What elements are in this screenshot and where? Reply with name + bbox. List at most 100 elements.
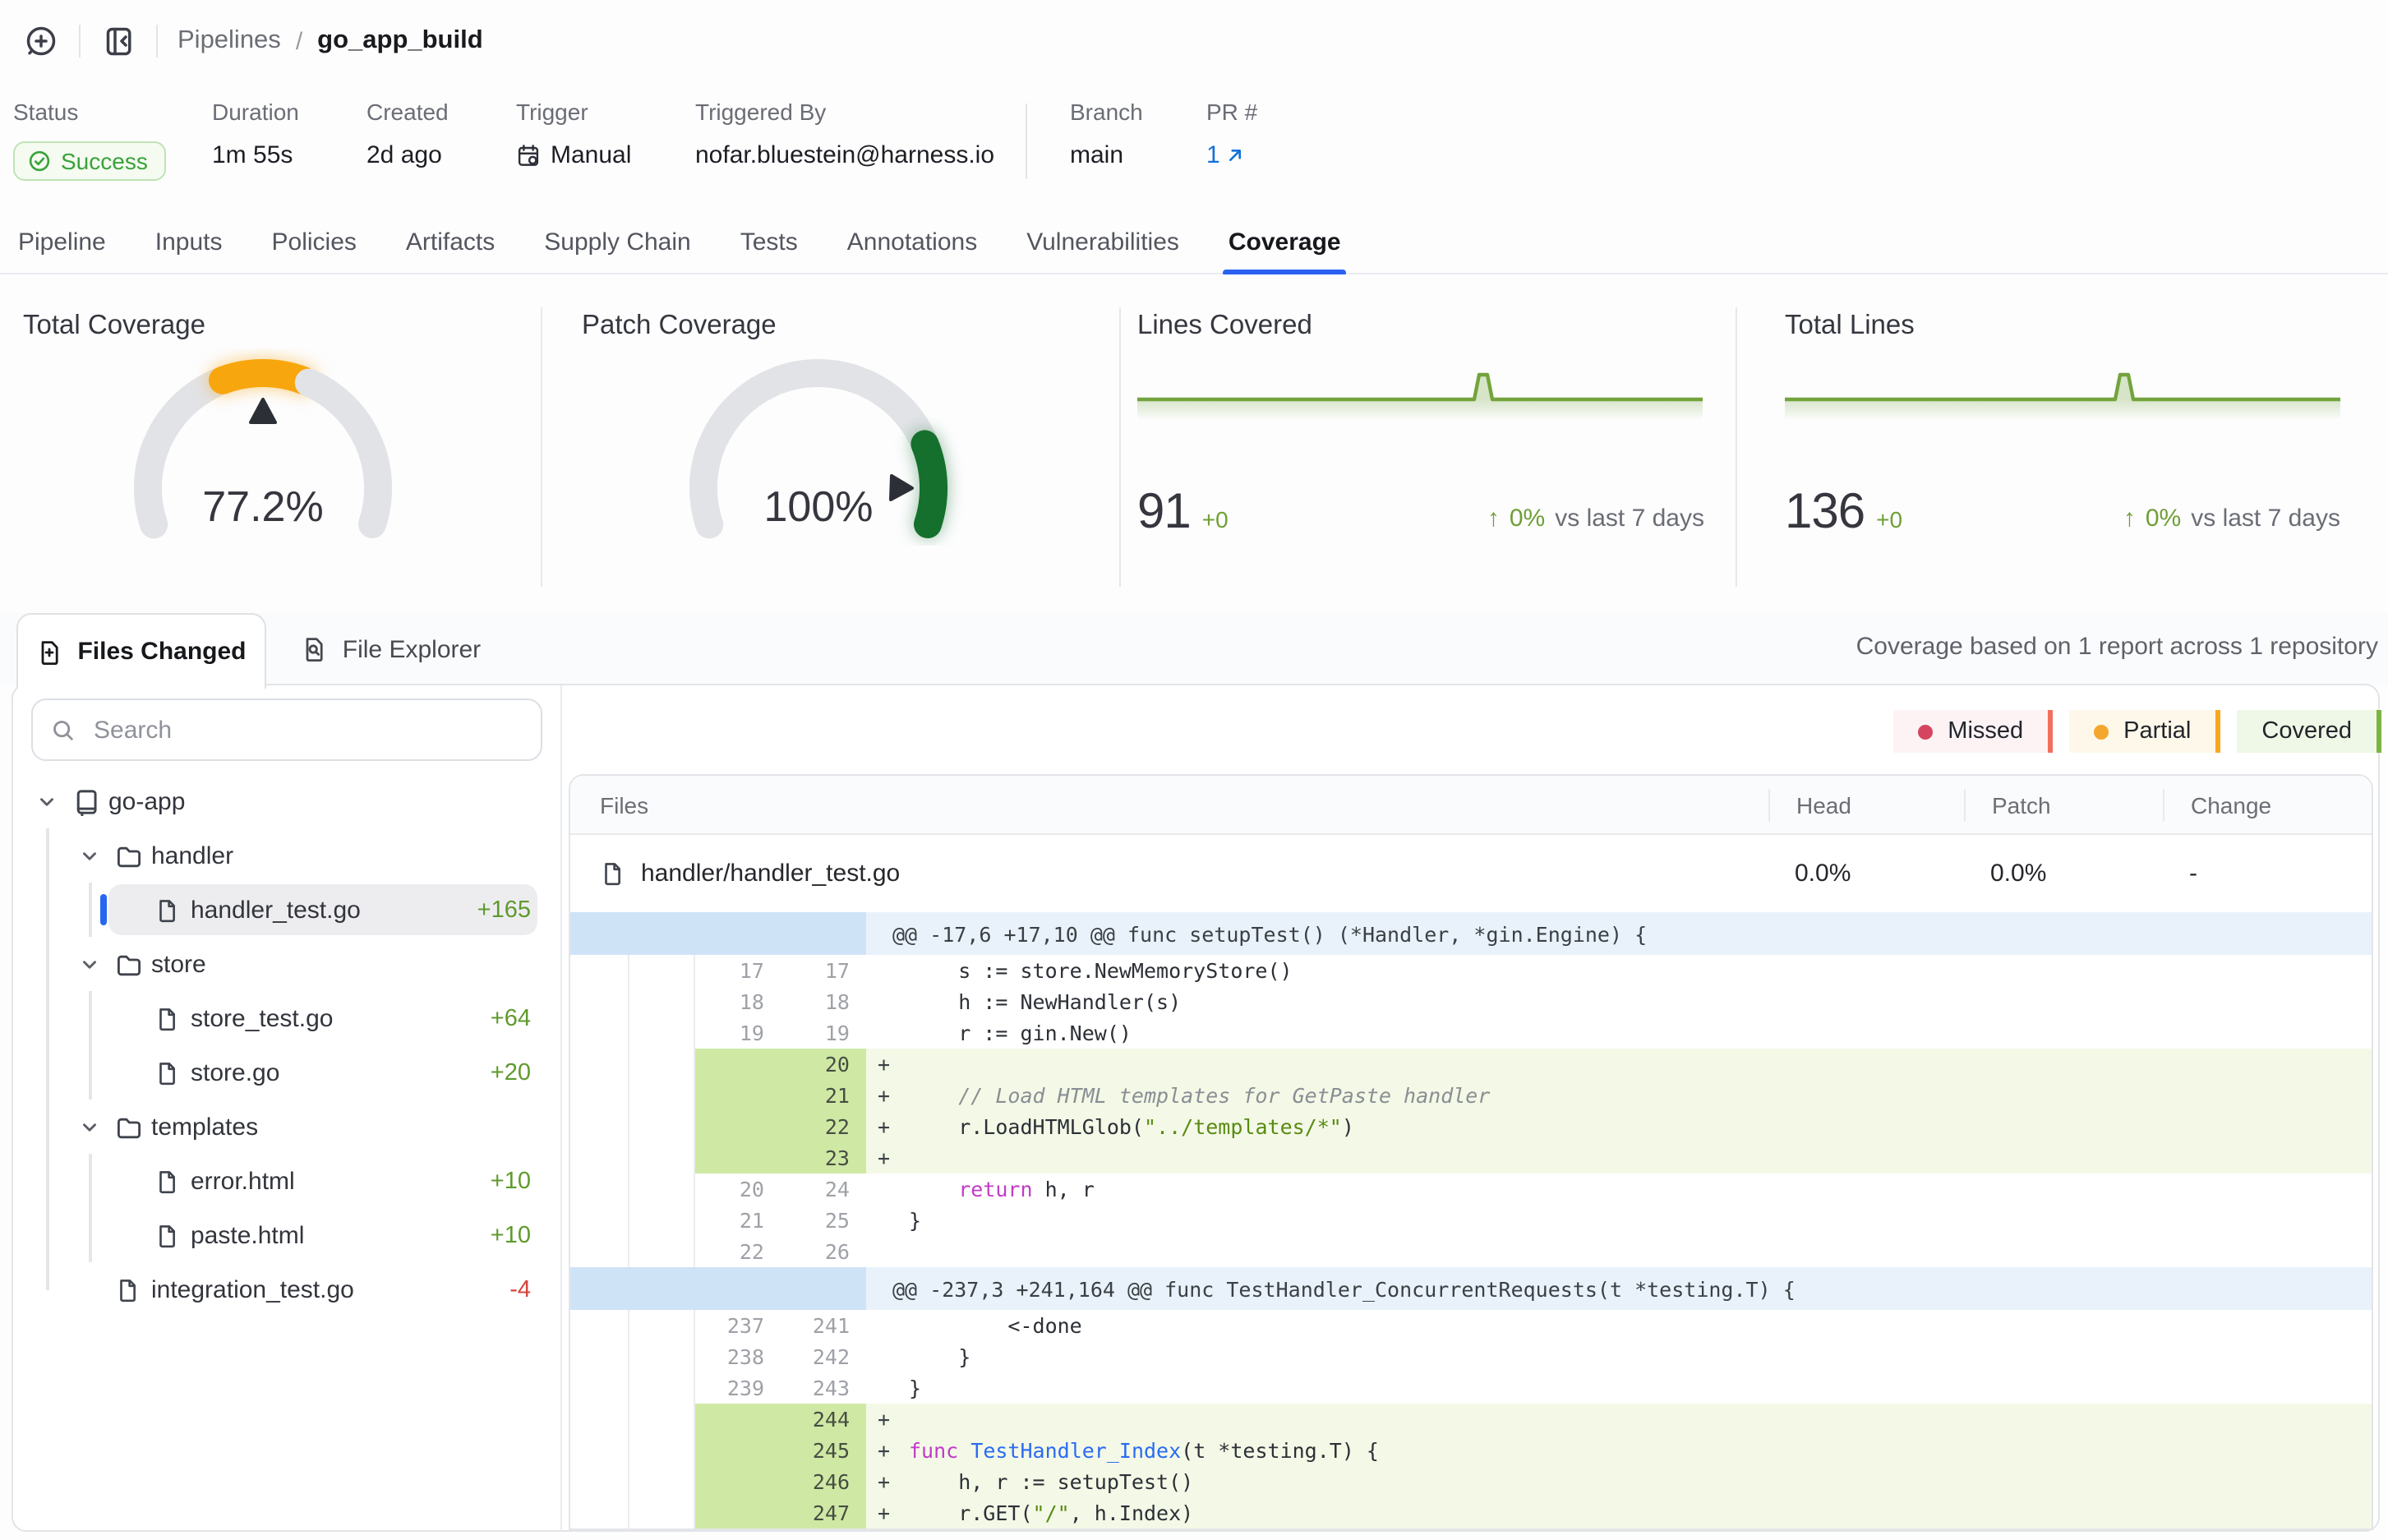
- code-text: h := NewHandler(s): [909, 986, 2372, 1017]
- diff-marker: +: [866, 1404, 909, 1435]
- total-lines-delta: +0: [1876, 506, 1902, 533]
- table-row[interactable]: handler/handler_test.go 0.0% 0.0% -: [570, 833, 2372, 912]
- new-line-number: 24: [781, 1173, 866, 1205]
- gutter-cell: [570, 1372, 629, 1404]
- code-text: }: [909, 1205, 2372, 1236]
- old-line-number: [695, 1111, 781, 1142]
- tab-vulnerabilities[interactable]: Vulnerabilities: [1021, 210, 1184, 273]
- old-line-number: [695, 1142, 781, 1173]
- tree-item-handler[interactable]: handler: [13, 828, 560, 883]
- tab-pipeline[interactable]: Pipeline: [13, 210, 111, 273]
- code-text: func TestHandler_Index(t *testing.T) {: [909, 1435, 2372, 1466]
- hunk-text: @@ -237,3 +241,164 @@ func TestHandler_C…: [866, 1267, 2372, 1310]
- chevron-down-icon[interactable]: [36, 791, 58, 812]
- tree-item-templates[interactable]: templates: [13, 1100, 560, 1154]
- gutter-cell: [629, 1173, 695, 1205]
- search-icon: [51, 717, 76, 742]
- check-circle-icon: [28, 150, 51, 173]
- tree-item-integration_test.go[interactable]: integration_test.go -4: [13, 1262, 560, 1316]
- tree-item-label: integration_test.go: [151, 1275, 354, 1303]
- line-change-count: -4: [509, 1276, 531, 1303]
- gutter-cell: [629, 1372, 695, 1404]
- tree-item-store[interactable]: store: [13, 937, 560, 991]
- search-box[interactable]: [31, 699, 542, 761]
- tab-inputs[interactable]: Inputs: [150, 210, 228, 273]
- old-line-number: [695, 1466, 781, 1497]
- legend-chip-partial[interactable]: Partial: [2069, 710, 2220, 753]
- pr-link[interactable]: 1: [1206, 141, 1257, 169]
- new-line-number: 25: [781, 1205, 866, 1236]
- bubble-plus-icon[interactable]: [23, 23, 59, 59]
- tab-artifacts[interactable]: Artifacts: [401, 210, 500, 273]
- old-line-number: 237: [695, 1310, 781, 1341]
- diff-line: 21+ // Load HTML templates for GetPaste …: [570, 1080, 2372, 1111]
- gutter-cell: [570, 1466, 629, 1497]
- total-lines-value: 136: [1785, 485, 1865, 541]
- file-name-cell[interactable]: handler/handler_test.go: [570, 860, 1768, 888]
- tree-item-label: handler: [151, 841, 233, 869]
- legend-dot: [2094, 724, 2109, 739]
- gutter-cell: [629, 1341, 695, 1372]
- tab-file-explorer[interactable]: File Explorer: [276, 613, 506, 685]
- head-value: 0.0%: [1768, 860, 1964, 888]
- code-text: h, r := setupTest(): [909, 1466, 2372, 1497]
- breadcrumb-pipelines[interactable]: Pipelines: [177, 26, 281, 56]
- gutter-cell: [570, 1049, 629, 1080]
- tree-item-store_test.go[interactable]: store_test.go+64: [13, 991, 560, 1045]
- tree-item-store.go[interactable]: store.go+20: [13, 1045, 560, 1100]
- tree-item-go-app[interactable]: go-app: [13, 774, 560, 828]
- diff-marker: +: [866, 1497, 909, 1528]
- old-line-number: 238: [695, 1341, 781, 1372]
- arrow-up-icon: ↑: [1487, 505, 1500, 533]
- new-line-number: 26: [781, 1236, 866, 1267]
- tab-policies[interactable]: Policies: [267, 210, 362, 273]
- lines-covered-title: Lines Covered: [1137, 311, 1312, 342]
- gutter-cell: [629, 986, 695, 1017]
- gutter-cell: [570, 1497, 629, 1528]
- diff-line: 23+: [570, 1142, 2372, 1173]
- collapse-sidebar-icon[interactable]: [100, 23, 136, 59]
- tab-tests[interactable]: Tests: [735, 210, 803, 273]
- chevron-down-icon[interactable]: [79, 845, 100, 866]
- diff-marker: +: [866, 1466, 909, 1497]
- old-line-number: 19: [695, 1017, 781, 1049]
- old-line-number: [695, 1049, 781, 1080]
- code-text: return h, r: [909, 1173, 2372, 1205]
- tree-item-error.html[interactable]: error.html+10: [13, 1154, 560, 1208]
- legend-dot: [1918, 724, 1933, 739]
- tab-coverage[interactable]: Coverage: [1224, 210, 1346, 273]
- breadcrumb-pipeline-name: go_app_build: [317, 26, 483, 56]
- divider: [1026, 104, 1027, 179]
- tab-annotations[interactable]: Annotations: [842, 210, 982, 273]
- lines-covered-sparkline: [1137, 365, 1703, 421]
- gutter-cell: [570, 986, 629, 1017]
- folder-icon: [115, 842, 141, 869]
- tab-files-changed[interactable]: Files Changed: [16, 613, 266, 689]
- divider: [156, 25, 158, 58]
- tree-item-handler_test.go[interactable]: handler_test.go+165: [13, 883, 560, 937]
- legend-chip-covered[interactable]: Covered: [2237, 710, 2381, 753]
- total-lines-stat: 136 +0: [1785, 485, 1902, 541]
- old-line-number: 18: [695, 986, 781, 1017]
- old-line-number: [695, 1080, 781, 1111]
- new-line-number: 18: [781, 986, 866, 1017]
- legend-chip-missed[interactable]: Missed: [1893, 710, 2053, 753]
- column-files: Files: [570, 791, 1768, 818]
- gutter-cell: [629, 1080, 695, 1111]
- code-text: }: [909, 1341, 2372, 1372]
- lines-covered-delta: +0: [1202, 506, 1229, 533]
- chevron-down-icon[interactable]: [79, 953, 100, 975]
- search-input[interactable]: [90, 714, 523, 745]
- patch-coverage-title: Patch Coverage: [582, 311, 777, 342]
- tree-item-label: store_test.go: [191, 1004, 333, 1032]
- new-line-number: 23: [781, 1142, 866, 1173]
- old-line-number: 21: [695, 1205, 781, 1236]
- gutter-cell: [570, 1080, 629, 1111]
- change-value: -: [2163, 860, 2372, 888]
- tab-supply-chain[interactable]: Supply Chain: [539, 210, 695, 273]
- file-icon: [154, 897, 179, 922]
- tree-item-paste.html[interactable]: paste.html+10: [13, 1208, 560, 1262]
- old-line-number: 22: [695, 1236, 781, 1267]
- diff-marker: [866, 1372, 909, 1404]
- chevron-down-icon[interactable]: [79, 1116, 100, 1137]
